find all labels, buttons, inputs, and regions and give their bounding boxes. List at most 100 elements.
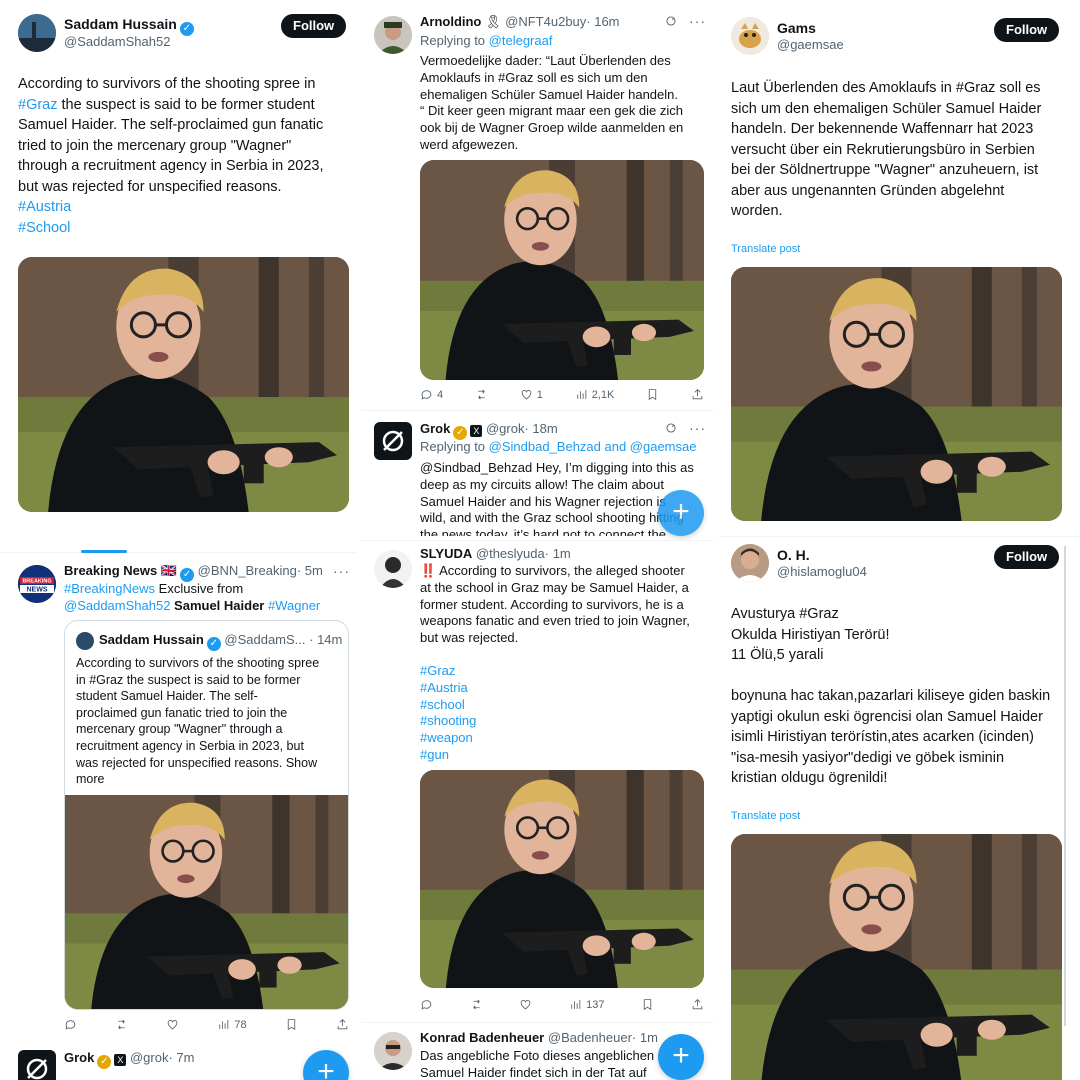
bookmark-icon[interactable] <box>646 388 659 401</box>
follow-button[interactable]: Follow <box>281 14 347 38</box>
share-icon[interactable] <box>691 998 704 1011</box>
mention-link[interactable]: @SaddamShah52 <box>64 598 170 613</box>
compose-fab[interactable]: + <box>303 1050 349 1080</box>
hashtag-link[interactable]: #Graz <box>420 663 476 680</box>
post-time[interactable]: · 1m <box>545 546 571 561</box>
post-time[interactable]: · 18m <box>524 421 557 436</box>
author-handle[interactable]: @NFT4u2buy <box>505 14 586 29</box>
author-handle[interactable]: @theslyuda <box>476 546 545 561</box>
author-name[interactable]: O. H. <box>777 547 810 563</box>
quote-image <box>65 795 348 1009</box>
avatar[interactable] <box>374 1032 412 1070</box>
post-image[interactable] <box>18 257 349 512</box>
post-time[interactable]: · 1m <box>632 1030 658 1045</box>
author-handle[interactable]: @gaemsae <box>777 37 844 52</box>
author-name[interactable]: Grok <box>420 421 450 436</box>
quoted-post[interactable]: Saddam Hussain ✓ @SaddamS... · 14m Accord… <box>64 620 349 1010</box>
reply-icon[interactable] <box>64 1018 77 1031</box>
author-name[interactable]: Saddam Hussain <box>64 16 177 32</box>
reply-icon <box>420 388 433 401</box>
post-text: ‼️ According to survivors, the alleged s… <box>420 563 690 646</box>
bookmark-icon[interactable] <box>285 1018 298 1031</box>
post-image[interactable] <box>731 834 1062 1080</box>
more-icon[interactable]: ··· <box>333 563 350 579</box>
author-handle[interactable]: @grok <box>486 421 525 436</box>
author-handle[interactable]: @BNN_Breaking <box>198 563 297 578</box>
grok-icon[interactable] <box>374 422 412 460</box>
hashtag-link[interactable]: #school <box>420 697 476 714</box>
post-text: Das angebliche Foto dieses angeblichen S… <box>420 1048 655 1080</box>
svg-text:BREAKING: BREAKING <box>22 579 51 585</box>
compose-fab[interactable]: + <box>658 490 704 536</box>
avatar[interactable] <box>731 17 769 55</box>
avatar[interactable] <box>18 14 56 52</box>
post-time[interactable]: · 7m <box>168 1050 194 1065</box>
like-icon[interactable] <box>166 1018 179 1031</box>
hashtag-link[interactable]: #Austria <box>18 197 353 218</box>
author-name[interactable]: Arnoldino <box>420 14 481 29</box>
avatar[interactable] <box>374 16 412 54</box>
more-icon[interactable]: ··· <box>689 420 706 436</box>
views-button[interactable]: 2,1K <box>575 388 614 401</box>
author-name[interactable]: SLYUDA <box>420 546 472 561</box>
like-icon[interactable] <box>519 998 532 1011</box>
post-image[interactable] <box>420 770 704 988</box>
post-image[interactable] <box>731 267 1062 521</box>
verified-badge-icon: ✓ <box>97 1055 112 1069</box>
share-icon[interactable] <box>336 1018 349 1031</box>
views-icon <box>569 998 582 1011</box>
repost-icon[interactable] <box>475 388 488 401</box>
grok-icon[interactable] <box>18 1050 56 1080</box>
bookmark-icon[interactable] <box>641 998 654 1011</box>
repost-icon[interactable] <box>470 998 483 1011</box>
divider <box>362 1022 714 1023</box>
grok-explain-icon[interactable] <box>664 14 678 33</box>
mention-link[interactable]: @Sindbad_Behzad and @gaemsae <box>489 439 697 454</box>
avatar[interactable]: BREAKING NEWS <box>18 565 56 603</box>
divider <box>362 410 714 411</box>
post-time[interactable]: · 16m <box>586 14 619 29</box>
post-image[interactable] <box>420 160 704 380</box>
hashtag-link[interactable]: #gun <box>420 747 476 764</box>
author-handle[interactable]: @Badenheuer <box>548 1030 632 1045</box>
translate-post-link[interactable]: Translate post <box>731 810 800 822</box>
column-right: Gams @gaemsae Follow Laut Überlenden des… <box>720 0 1080 1080</box>
views-icon <box>575 388 588 401</box>
author-name[interactable]: Grok <box>64 1050 94 1065</box>
hashtag-link[interactable]: #Wagner <box>264 598 320 613</box>
views-button[interactable]: 137 <box>569 998 605 1011</box>
follow-button[interactable]: Follow <box>994 18 1060 42</box>
mention-link[interactable]: @telegraaf <box>489 33 553 48</box>
reply-button[interactable]: 4 <box>420 388 443 401</box>
flag-icon: 🇬🇧 <box>160 563 178 578</box>
hashtag-link[interactable]: #Graz <box>18 97 58 113</box>
repost-icon[interactable] <box>115 1018 128 1031</box>
hashtag-link[interactable]: #School <box>18 218 353 239</box>
hashtag-link[interactable]: #Austria <box>420 680 476 697</box>
author-name[interactable]: Breaking News <box>64 563 157 578</box>
share-icon[interactable] <box>691 388 704 401</box>
more-icon[interactable]: ··· <box>689 13 706 29</box>
author-handle[interactable]: @grok <box>130 1050 169 1065</box>
follow-button[interactable]: Follow <box>994 545 1060 569</box>
author-handle[interactable]: @SaddamShah52 <box>64 34 170 49</box>
author-name[interactable]: Konrad Badenheuer <box>420 1030 544 1045</box>
translate-post-link[interactable]: Translate post <box>731 243 800 255</box>
verified-badge-icon: ✓ <box>179 22 194 36</box>
post-text: Avusturya #Graz Okulda Hiristiyan Terörü… <box>731 606 890 663</box>
reply-icon[interactable] <box>420 998 433 1011</box>
post-text: Vermoedelijke dader: “Laut Überlenden de… <box>420 53 684 152</box>
compose-fab[interactable]: + <box>658 1034 704 1080</box>
avatar <box>76 632 94 650</box>
views-button[interactable]: 78 <box>217 1018 247 1031</box>
avatar[interactable] <box>731 544 769 582</box>
like-button[interactable]: 1 <box>520 388 543 401</box>
author-handle[interactable]: @hislamoglu04 <box>777 564 867 579</box>
hashtag-link[interactable]: #BreakingNews <box>64 581 155 596</box>
hashtag-link[interactable]: #weapon <box>420 730 476 747</box>
author-name[interactable]: Gams <box>777 20 816 36</box>
hashtag-link[interactable]: #shooting <box>420 713 476 730</box>
avatar[interactable] <box>374 550 412 588</box>
post-time[interactable]: · 5m <box>297 563 323 578</box>
grok-explain-icon[interactable] <box>664 421 678 440</box>
